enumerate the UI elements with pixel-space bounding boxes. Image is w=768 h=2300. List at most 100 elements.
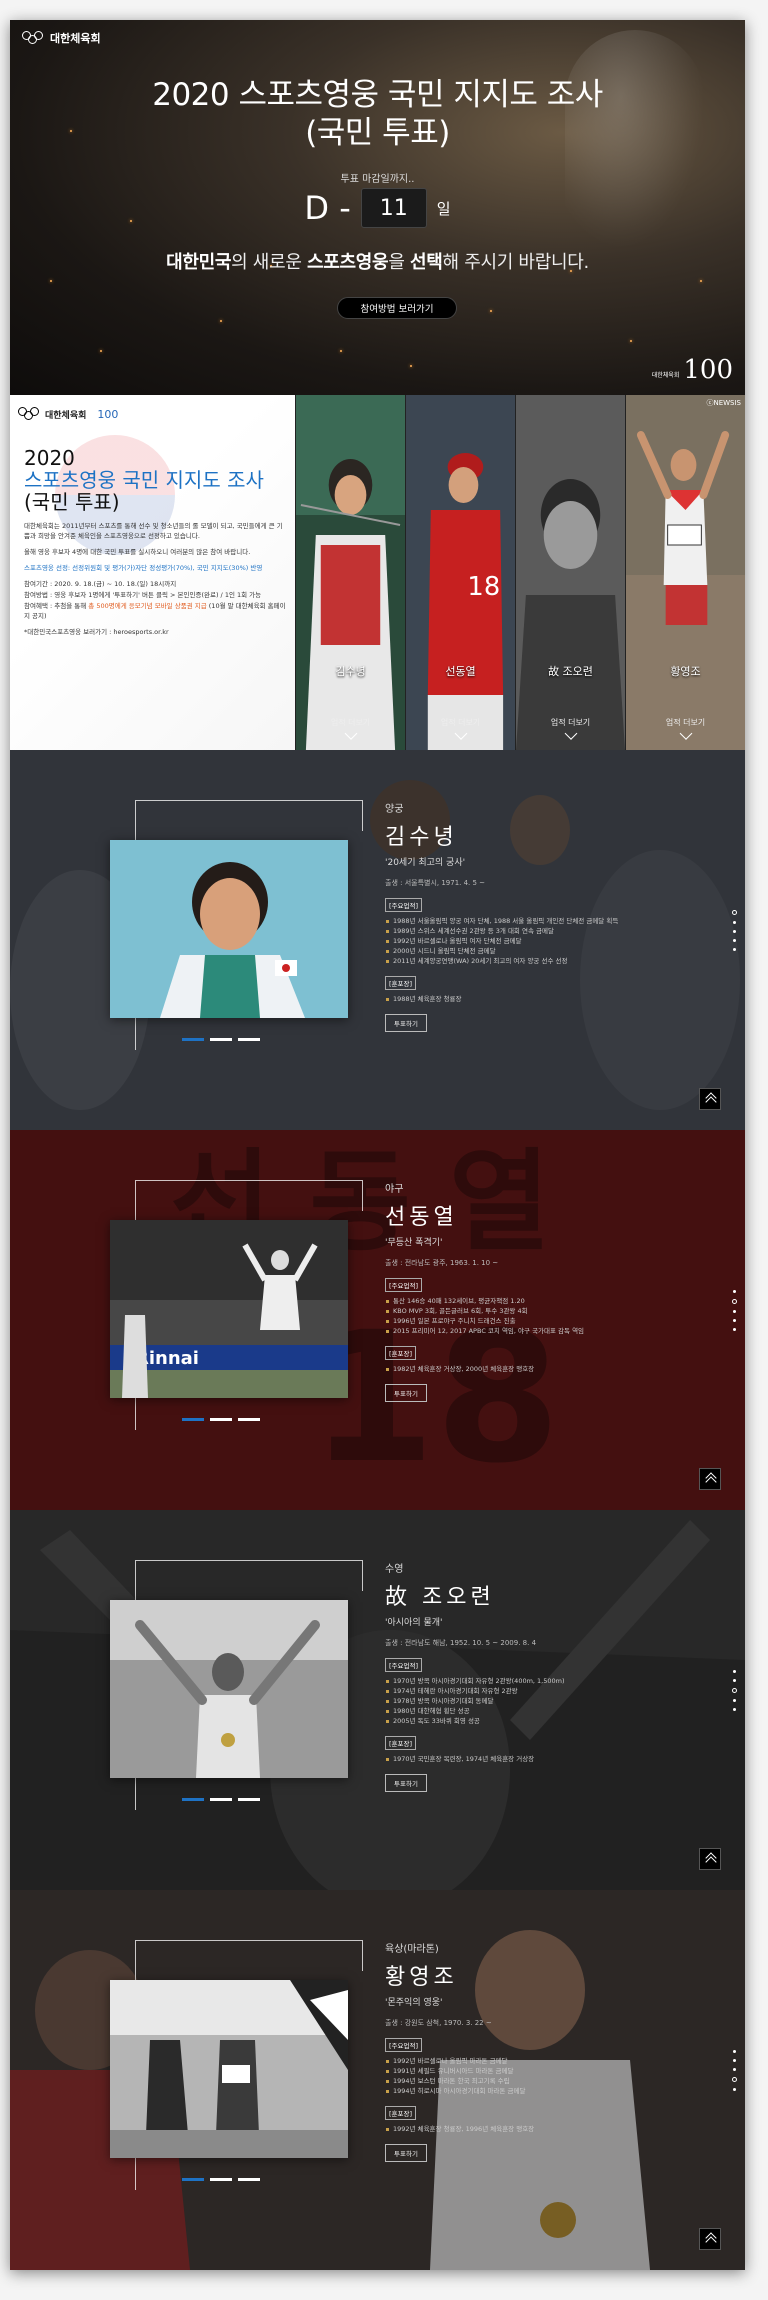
athlete-name: 故 조오련 bbox=[385, 1585, 495, 1610]
info-gift-prefix: 참여혜택 : 추첨을 통해 bbox=[24, 602, 89, 610]
achievement-item: KBO MVP 3회, 골든글러브 6회, 투수 3관왕 4회 bbox=[385, 1306, 715, 1316]
slogan-part: 스포츠영웅 bbox=[307, 252, 389, 273]
candidate-photo bbox=[296, 395, 405, 750]
achievements-label: [주요업적] bbox=[385, 2038, 422, 2052]
athlete-photo: Rinnai bbox=[110, 1220, 348, 1398]
achievement-item: 1989년 스위스 세계선수권 2관왕 등 3개 대회 연속 금메달 bbox=[385, 926, 715, 936]
achievement-item: 1978년 방콕 아시아경기대회 동메달 bbox=[385, 1696, 715, 1706]
awards-label: [훈포장] bbox=[385, 1346, 417, 1360]
athlete-section-hwang: 육상(마라톤) 황영조 '몬주익의 영웅' 출생 : 강원도 삼척, 1970.… bbox=[10, 1890, 745, 2270]
double-chevron-up-icon[interactable] bbox=[699, 1088, 721, 1110]
brand-logo[interactable]: 대한체육회 bbox=[22, 30, 101, 46]
athlete-nickname: '아시아의 물개' bbox=[385, 1618, 443, 1628]
achievement-item: 1994년 히로시마 아시아경기대회 마라톤 금메달 bbox=[385, 2086, 715, 2096]
vote-button[interactable]: 투표하기 bbox=[385, 2144, 427, 2162]
candidate-card[interactable]: 故 조오련 업적 더보기 bbox=[515, 395, 625, 750]
vote-info-panel: 대한체육회 100 2020 스포츠영웅 국민 지지도 조사 (국민 투표) 대… bbox=[10, 395, 295, 750]
candidate-name: 故 조오련 bbox=[548, 665, 593, 678]
vote-button[interactable]: 투표하기 bbox=[385, 1384, 427, 1402]
awards-label: [훈포장] bbox=[385, 2106, 417, 2120]
achievement-item: 2015 프리미어 12, 2017 APBC 코치 역임, 야구 국가대표 감… bbox=[385, 1326, 715, 1336]
hero-title-line2: (국민 투표) bbox=[305, 115, 450, 151]
brand-name: 대한체육회 bbox=[50, 32, 101, 45]
info-method: 스포츠영웅 선정: 선정위원회 및 평가(가)자단 정성평가(70%), 국민 … bbox=[24, 564, 263, 572]
section-pager[interactable] bbox=[732, 910, 737, 951]
achievements-label: [주요업적] bbox=[385, 898, 422, 912]
candidate-photo: 18 bbox=[406, 395, 515, 750]
athlete-name: 선동열 bbox=[385, 1205, 458, 1230]
centennial-emblem-sub: 대한체육회 bbox=[651, 372, 680, 379]
vote-button[interactable]: 투표하기 bbox=[385, 1014, 427, 1032]
hero-title-line1: 2020 스포츠영웅 국민 지지도 조사 bbox=[152, 77, 603, 113]
achievement-item: 1992년 바르셀로나 올림픽 마라톤 금메달 bbox=[385, 2056, 715, 2066]
photo-slider-dots[interactable] bbox=[182, 1798, 260, 1801]
candidate-list: 김수녕 업적 더보기 18 선동열 업적 더보기 故 조오련 업적 더보기 ⓒN… bbox=[295, 395, 745, 750]
section-pager[interactable] bbox=[732, 1290, 737, 1331]
slogan-part: 대한민국 bbox=[166, 252, 232, 273]
centennial-mark: 100 bbox=[97, 407, 119, 421]
info-how: 참여방법 : 영웅 후보자 1명에게 '투표하기' 버튼 클릭 > 본인인증(완… bbox=[24, 591, 262, 599]
info-site-link[interactable]: *대한민국스포츠영웅 보러가기 : heroesports.or.kr bbox=[24, 627, 286, 637]
info-title-line1: 스포츠영웅 국민 지지도 조사 bbox=[24, 468, 264, 492]
achievement-item: 1996년 일본 프로야구 주니치 드래건스 진출 bbox=[385, 1316, 715, 1326]
slogan-part: 의 새로운 bbox=[231, 252, 308, 273]
athlete-name: 김수녕 bbox=[385, 825, 458, 850]
athlete-photo-image bbox=[110, 1980, 348, 2158]
athlete-name: 황영조 bbox=[385, 1965, 458, 1990]
achievements: [주요업적] 통산 146승 40패 132세이브, 평균자책점 1.20 KB… bbox=[385, 1278, 715, 1336]
achievement-item: 통산 146승 40패 132세이브, 평균자책점 1.20 bbox=[385, 1296, 715, 1306]
athlete-nickname: '무등산 폭격기' bbox=[385, 1238, 443, 1248]
double-chevron-up-icon[interactable] bbox=[699, 1468, 721, 1490]
candidate-card[interactable]: 김수녕 업적 더보기 bbox=[295, 395, 405, 750]
section-pager[interactable] bbox=[732, 2050, 737, 2091]
slogan-part: 선택 bbox=[410, 252, 443, 273]
dday-unit: 일 bbox=[436, 199, 451, 218]
photo-credit: ⓒNEWSIS bbox=[706, 399, 741, 407]
candidate-name: 김수녕 bbox=[335, 665, 366, 678]
hero-title: 2020 스포츠영웅 국민 지지도 조사 (국민 투표) bbox=[10, 76, 745, 152]
deadline-label: 투표 마감일까지.. bbox=[340, 174, 415, 185]
award-item: 1982년 체육훈장 거상장, 2000년 체육훈장 맹호장 bbox=[385, 1364, 715, 1374]
hero-slogan: 대한민국의 새로운 스포츠영웅을 선택해 주시기 바랍니다. bbox=[10, 248, 745, 274]
athlete-birth: 출생 : 전라남도 광주, 1963. 1. 10 ~ bbox=[385, 1259, 499, 1267]
olympic-rings-icon bbox=[18, 407, 40, 421]
athlete-sport: 양궁 bbox=[385, 804, 404, 815]
candidate-photo bbox=[626, 395, 745, 750]
page: 대한체육회 2020 스포츠영웅 국민 지지도 조사 (국민 투표) 투표 마감… bbox=[10, 20, 745, 2270]
photo-slider-dots[interactable] bbox=[182, 2178, 260, 2181]
award-item: 1992년 체육훈장 청룡장, 1996년 체육훈장 맹호장 bbox=[385, 2124, 715, 2134]
achievement-item: 1970년 방콕 아시아경기대회 자유형 2관왕(400m, 1,500m) bbox=[385, 1676, 715, 1686]
achievement-item: 1974년 테헤란 아시아경기대회 자유형 2관왕 bbox=[385, 1686, 715, 1696]
candidate-card[interactable]: ⓒNEWSIS 황영조 업적 더보기 bbox=[625, 395, 745, 750]
howto-button[interactable]: 참여방법 보러가기 bbox=[337, 297, 457, 319]
athlete-section-sun: 선 동 열 18 Rinnai 야구 선동열 '무등산 폭격기' 출생 : 전라… bbox=[10, 1130, 745, 1510]
achievement-item: 1994년 보스턴 마라톤 한국 최고기록 수립 bbox=[385, 2076, 715, 2086]
candidate-card[interactable]: 18 선동열 업적 더보기 bbox=[405, 395, 515, 750]
vote-button[interactable]: 투표하기 bbox=[385, 1774, 427, 1792]
athlete-sport: 수영 bbox=[385, 1564, 404, 1575]
double-chevron-up-icon[interactable] bbox=[699, 2228, 721, 2250]
award-item: 1988년 체육훈장 청룡장 bbox=[385, 994, 715, 1004]
awards: [훈포장] 1992년 체육훈장 청룡장, 1996년 체육훈장 맹호장 bbox=[385, 2106, 715, 2134]
centennial-emblem: 대한체육회 100 bbox=[652, 355, 733, 385]
athlete-photo bbox=[110, 1600, 348, 1778]
awards: [훈포장] 1988년 체육훈장 청룡장 bbox=[385, 976, 715, 1004]
awards-label: [훈포장] bbox=[385, 976, 417, 990]
dday-value: 11 bbox=[360, 188, 427, 228]
info-brand-logo: 대한체육회 100 bbox=[18, 407, 118, 421]
athlete-photo bbox=[110, 1980, 348, 2158]
athlete-photo-image: Rinnai bbox=[110, 1220, 348, 1398]
achievement-item: 1991년 셰필드 유니버시아드 마라톤 금메달 bbox=[385, 2066, 715, 2076]
achievement-item: 1980년 대한해협 횡단 성공 bbox=[385, 1706, 715, 1716]
info-description: 대한체육회는 2011년부터 스포츠를 통해 선수 및 청소년들의 롤 모델이 … bbox=[24, 521, 286, 643]
photo-slider-dots[interactable] bbox=[182, 1418, 260, 1421]
section-pager[interactable] bbox=[732, 1670, 737, 1711]
photo-slider-dots[interactable] bbox=[182, 1038, 260, 1041]
achievement-item: 1988년 서울올림픽 양궁 여자 단체, 1988 서울 올림픽 개인전 단체… bbox=[385, 916, 715, 926]
double-chevron-up-icon[interactable] bbox=[699, 1848, 721, 1870]
candidate-photo bbox=[516, 395, 625, 750]
candidate-name: 황영조 bbox=[670, 665, 701, 678]
achievement-item: 2011년 세계양궁연맹(WA) 20세기 최고의 여자 양궁 선수 선정 bbox=[385, 956, 715, 966]
info-section: 대한체육회 100 2020 스포츠영웅 국민 지지도 조사 (국민 투표) 대… bbox=[10, 395, 745, 750]
awards-label: [훈포장] bbox=[385, 1736, 417, 1750]
